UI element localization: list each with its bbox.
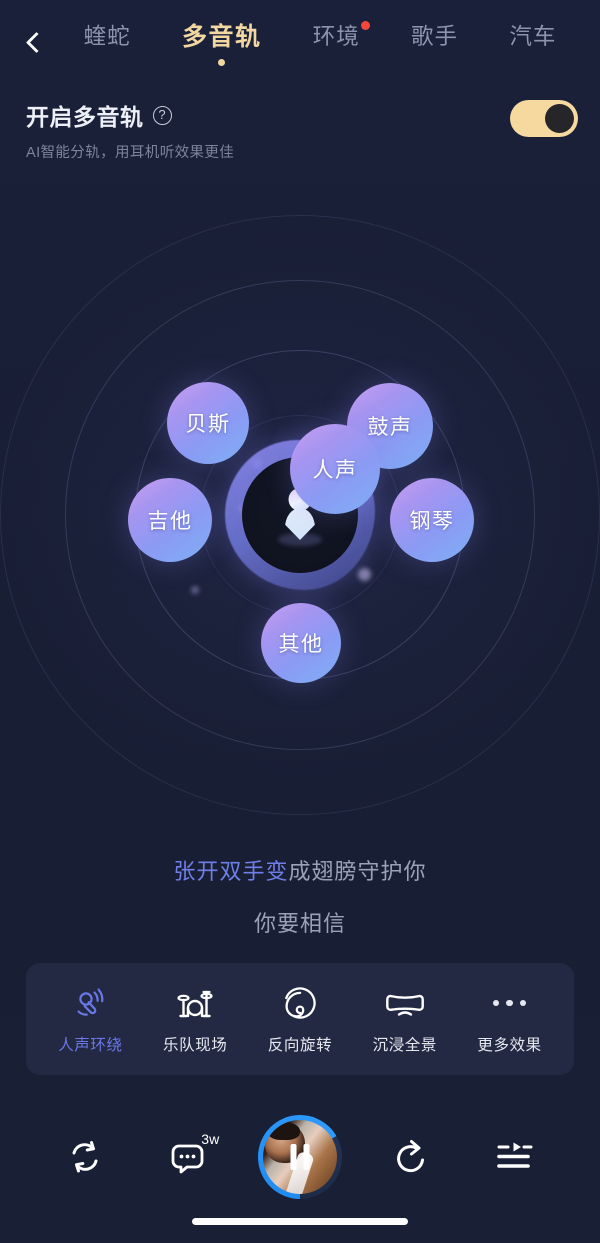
tab-car[interactable]: 汽车	[503, 22, 562, 52]
effect-immersive-panorama[interactable]: 沉浸全景	[359, 983, 451, 1055]
player-bar: 3w	[0, 1103, 600, 1211]
tab-singer[interactable]: 歌手	[405, 22, 464, 52]
vr-headset-icon	[385, 983, 425, 1023]
track-bubble-bass[interactable]: 贝斯	[167, 382, 249, 464]
effect-live-band[interactable]: 乐队现场	[149, 983, 241, 1055]
lyric-unsung-part: 成翅膀守护你	[288, 859, 427, 884]
effect-label: 乐队现场	[162, 1037, 228, 1054]
effects-panel: 人声环绕 乐队现场 反向旋转 沉浸全景 更多效果	[26, 963, 574, 1075]
playlist-icon	[496, 1142, 533, 1168]
sparkle-decoration	[191, 586, 199, 594]
enable-multitrack-subtitle: AI智能分轨，用耳机听效果更佳	[26, 145, 235, 161]
track-bubble-guitar[interactable]: 吉他	[128, 478, 212, 562]
tab-label: 环境	[312, 24, 360, 49]
tab-list: 蝰蛇 多音轨 环境 歌手 汽车	[58, 21, 582, 66]
effect-label: 更多效果	[477, 1037, 542, 1054]
play-pause-button[interactable]	[254, 1111, 346, 1203]
track-bubble-label: 人声	[312, 459, 358, 482]
multitrack-screen: 蝰蛇 多音轨 环境 歌手 汽车 开启多音轨 ? AI智能分轨，用耳机听效果更佳 …	[0, 0, 600, 1243]
pause-icon	[290, 1144, 310, 1170]
share-button[interactable]	[375, 1120, 449, 1194]
lyric-line-current: 张开双手变成翅膀守护你	[0, 855, 600, 889]
repeat-button[interactable]	[48, 1120, 122, 1194]
tab-environment[interactable]: 环境	[307, 21, 370, 52]
repeat-icon	[72, 1141, 98, 1173]
toggle-knob	[545, 104, 574, 133]
track-bubble-piano[interactable]: 钢琴	[390, 478, 474, 562]
effect-label: 人声环绕	[58, 1037, 123, 1054]
track-bubble-label: 其他	[278, 633, 324, 656]
tab-active-indicator	[218, 59, 226, 66]
effect-reverse-rotate[interactable]: 反向旋转	[254, 983, 346, 1055]
tab-viper[interactable]: 蝰蛇	[78, 22, 137, 52]
tab-multitrack[interactable]: 多音轨	[176, 22, 268, 66]
effect-label: 沉浸全景	[372, 1037, 437, 1054]
track-bubble-vocal[interactable]: 人声	[290, 424, 380, 514]
share-icon	[396, 1140, 424, 1173]
home-indicator-bar	[192, 1218, 408, 1225]
lyric-sung-part: 张开双手变	[173, 859, 289, 884]
track-bubble-label: 吉他	[147, 510, 193, 533]
tab-label: 蝰蛇	[83, 24, 131, 49]
chevron-left-icon	[25, 31, 47, 53]
top-tab-bar: 蝰蛇 多音轨 环境 歌手 汽车	[0, 0, 600, 92]
enable-multitrack-title: 开启多音轨	[26, 104, 144, 130]
track-bubble-label: 钢琴	[409, 510, 455, 533]
track-bubble-other[interactable]: 其他	[261, 603, 341, 683]
multitrack-visualizer: 贝斯 鼓声 人声 吉他 钢琴 其他	[0, 205, 600, 815]
album-art-hair	[267, 1122, 300, 1140]
tab-new-badge-dot	[360, 21, 370, 30]
comment-count-badge: 3w	[201, 1131, 220, 1147]
enable-multitrack-row: 开启多音轨 ? AI智能分轨，用耳机听效果更佳	[0, 96, 600, 162]
enable-multitrack-toggle[interactable]	[510, 100, 578, 137]
drum-kit-icon	[177, 983, 213, 1023]
spiral-icon	[283, 983, 317, 1023]
album-art-container	[257, 1115, 342, 1199]
tab-label: 歌手	[411, 24, 459, 49]
comment-button[interactable]: 3w	[151, 1120, 225, 1194]
back-button[interactable]	[14, 20, 58, 64]
enable-title-line: 开启多音轨 ?	[26, 98, 234, 132]
question-mark-icon[interactable]: ?	[152, 105, 172, 125]
more-dots-icon	[492, 983, 527, 1023]
avatar-body	[285, 507, 315, 540]
microphone-surround-icon	[73, 983, 107, 1023]
track-bubble-label: 鼓声	[367, 416, 413, 439]
tab-label: 多音轨	[181, 23, 262, 51]
effect-label: 反向旋转	[267, 1037, 333, 1054]
lyrics-area[interactable]: 张开双手变成翅膀守护你 你要相信	[0, 855, 600, 938]
effect-more[interactable]: 更多效果	[464, 983, 556, 1055]
track-bubble-label: 贝斯	[185, 413, 231, 436]
tab-label: 汽车	[509, 24, 557, 49]
enable-text-block: 开启多音轨 ? AI智能分轨，用耳机听效果更佳	[26, 96, 234, 162]
effect-vocal-surround[interactable]: 人声环绕	[44, 983, 136, 1055]
lyric-line-next: 你要相信	[253, 911, 346, 936]
playlist-button[interactable]	[478, 1120, 552, 1194]
